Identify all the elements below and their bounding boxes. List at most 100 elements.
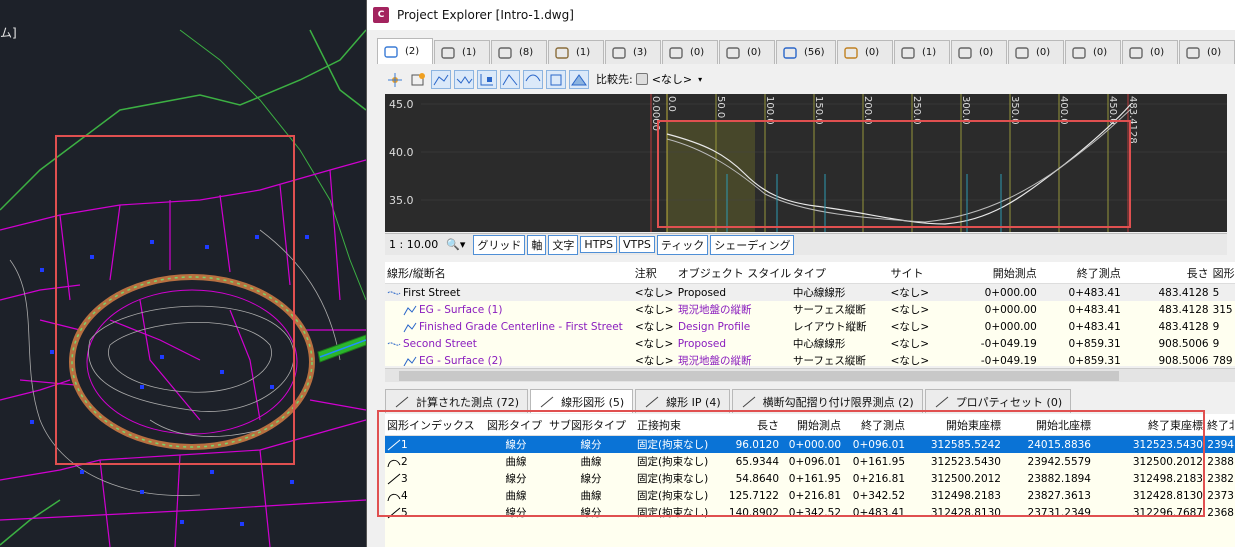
zoom-icon[interactable]: 🔍▾ <box>446 238 465 251</box>
alignment-row[interactable]: First Street <なし> Proposed 中心線線形 <なし> 0+000.0… <box>385 284 1235 301</box>
cell-start: -0+049.19 <box>980 354 1037 367</box>
cell-name: Finished Grade Centerline - First Street <box>385 321 633 333</box>
object-tab-count: (8) <box>519 47 534 58</box>
column-header[interactable]: 終了北 <box>1205 417 1235 433</box>
building-icon <box>440 46 456 60</box>
detail-tab-label: プロパティセット (0) <box>955 395 1063 409</box>
alignment-row[interactable]: Second Street <なし> Proposed 中心線線形 <なし> -0+049… <box>385 335 1235 352</box>
column-header[interactable]: 開始測点 <box>951 265 1039 281</box>
alignments-grid: 線形/縦断名 注釈 オブジェクト スタイル タイプ サイト 開始測点 終了測点 長さ 図形 Fi… <box>385 262 1235 366</box>
profile-style5-button[interactable] <box>523 69 543 89</box>
profile-highlight-box <box>657 120 1131 228</box>
alignment-row[interactable]: Finished Grade Centerline - First Street… <box>385 318 1235 335</box>
x-tick-label: 50.0 <box>715 96 726 118</box>
profile-style2-button[interactable] <box>454 69 474 89</box>
alignment-name: Second Street <box>403 337 477 350</box>
compare-dropdown[interactable]: <なし> ▾ <box>635 71 702 87</box>
cell-site: <なし> <box>890 321 930 333</box>
object-tab-7[interactable]: (0) <box>719 40 775 64</box>
cell-name: Second Street <box>385 338 633 350</box>
alignment-row[interactable]: EG - Surface (2) <なし> 現況地盤の縦断 サーフェス縦断 <なし> -0… <box>385 352 1235 366</box>
profile-view-icon <box>497 46 513 60</box>
scale-value[interactable]: 1 : 10.00 <box>389 238 438 251</box>
object-tab-2[interactable]: (1) <box>434 40 490 64</box>
triangle-icon <box>644 395 660 409</box>
structure-icon <box>900 46 916 60</box>
column-header[interactable]: 図形 <box>1211 265 1235 281</box>
cell-end: 0+859.31 <box>1068 337 1121 350</box>
column-header[interactable]: 線形/縦断名 <box>385 265 633 281</box>
profile-preview-pane[interactable]: 45.0 40.0 35.0 0.0000 0.0 50.0 100.0 150.0 200.0… <box>385 94 1227 232</box>
entities-highlight-box <box>377 410 1205 517</box>
cell-type: サーフェス縦断 <box>793 355 866 366</box>
profile-toggle-2[interactable]: 軸 <box>527 234 547 255</box>
object-tab-4[interactable]: (1) <box>548 40 604 64</box>
sample-line-icon <box>1014 46 1030 60</box>
column-header[interactable]: 長さ <box>1123 265 1211 281</box>
object-type-tabs: (2) (1) (8) (1) (3) (0) (0) (56) (0) (1) (0) (0) (0)… <box>377 38 1235 64</box>
cell-fig: 789 <box>1212 354 1233 367</box>
object-tab-11[interactable]: (0) <box>951 40 1007 64</box>
profile-style4-button[interactable] <box>500 69 520 89</box>
column-header[interactable]: 終了測点 <box>1039 265 1123 281</box>
object-tab-count: (56) <box>804 47 825 58</box>
object-tab-13[interactable]: (0) <box>1065 40 1121 64</box>
scroll-thumb[interactable] <box>399 371 1119 381</box>
object-tab-3[interactable]: (8) <box>491 40 547 64</box>
civil3d-app-icon: C <box>373 7 389 23</box>
cell-fig: 9 <box>1212 337 1220 350</box>
profile-style6-button[interactable] <box>546 69 566 89</box>
horizontal-scrollbar[interactable] <box>385 368 1235 382</box>
alignment-name: First Street <box>403 286 461 299</box>
object-tab-1[interactable]: (2) <box>377 38 433 64</box>
column-header[interactable]: 注釈 <box>633 265 676 281</box>
cell-start: 0+000.00 <box>984 286 1037 299</box>
column-header[interactable]: タイプ <box>791 265 889 281</box>
profile-style3-button[interactable] <box>477 69 497 89</box>
alignments-grid-body: First Street <なし> Proposed 中心線線形 <なし> 0+000.0… <box>385 284 1235 366</box>
profile-view-toolbar: 1 : 10.00 🔍▾ グリッド軸文字 HTPS VTPS ティック シェーディング <box>385 233 1227 255</box>
structure2-icon <box>957 46 973 60</box>
profile-style7-button[interactable] <box>569 69 589 89</box>
object-tab-10[interactable]: (1) <box>894 40 950 64</box>
cell-note: <なし> <box>635 321 674 333</box>
object-tab-6[interactable]: (0) <box>662 40 718 64</box>
column-header[interactable]: サイト <box>888 265 951 281</box>
sparkle-add-icon[interactable] <box>385 70 405 89</box>
profile-style1-button[interactable] <box>431 69 451 89</box>
object-tab-count: (0) <box>1150 47 1165 58</box>
object-tab-12[interactable]: (0) <box>1008 40 1064 64</box>
project-explorer-window: C Project Explorer [Intro-1.dwg] (2) (1)(… <box>366 0 1235 547</box>
object-tab-count: (0) <box>865 47 880 58</box>
pipe-icon <box>782 46 798 60</box>
cell-site: <なし> <box>890 355 930 366</box>
object-tab-9[interactable]: (0) <box>837 40 893 64</box>
superelevation-icon <box>741 395 757 409</box>
cell-en2: 2388 <box>1207 455 1234 468</box>
profile-toggle-3[interactable]: 文字 <box>548 234 579 255</box>
cell-type: レイアウト縦断 <box>793 321 867 333</box>
object-tab-15[interactable]: (0) <box>1179 40 1235 64</box>
object-tab-5[interactable]: (3) <box>605 40 661 64</box>
profile-toggle-6[interactable]: ティック <box>656 234 709 255</box>
object-tab-14[interactable]: (0) <box>1122 40 1178 64</box>
column-header[interactable]: オブジェクト スタイル <box>676 265 791 281</box>
profile-toggle-1[interactable]: グリッド <box>473 234 526 255</box>
profile-toggle-4[interactable]: HTPS <box>580 236 618 253</box>
point-group-icon <box>1071 46 1087 60</box>
profile-toggle-7[interactable]: シェーディング <box>710 234 795 255</box>
compare-label: 比較先: <box>596 73 633 86</box>
object-tab-8[interactable]: (56) <box>776 40 836 64</box>
feature-line-icon <box>725 46 741 60</box>
y-tick-label: 40.0 <box>389 146 414 159</box>
cell-note: <なし> <box>635 304 674 316</box>
crosshair-icon <box>394 395 410 409</box>
cell-site: <なし> <box>890 338 930 350</box>
cell-end: 0+483.41 <box>1068 286 1121 299</box>
new-view-icon[interactable] <box>408 70 428 89</box>
profile-toggle-5[interactable]: VTPS <box>619 236 655 253</box>
cell-len: 908.5006 <box>1158 354 1209 367</box>
alignment-row[interactable]: EG - Surface (1) <なし> 現況地盤の縦断 サーフェス縦断 <なし> 0+… <box>385 301 1235 318</box>
cad-viewport[interactable]: ム] <box>0 0 366 547</box>
cell-en2: 2373 <box>1207 489 1234 502</box>
